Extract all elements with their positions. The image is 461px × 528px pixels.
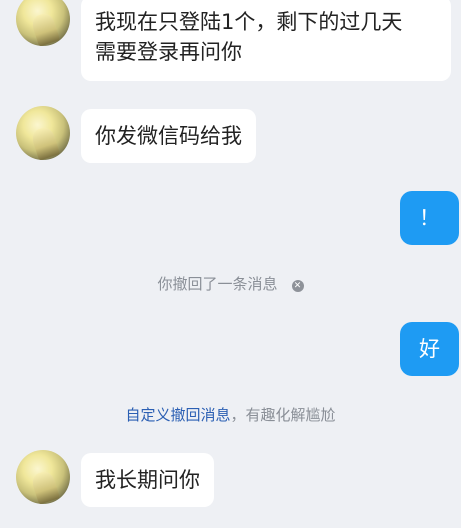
incoming-message-bubble[interactable]: 我长期问你 <box>81 453 214 507</box>
chat-thread: 我现在只登陆1个，剩下的过几天 需要登录再问你 你发微信码给我 ！ 你撤回了一条… <box>0 0 461 528</box>
message-text-line: 需要登录再问你 <box>95 40 242 64</box>
message-text: ！ <box>419 206 440 230</box>
contact-avatar[interactable] <box>16 106 70 160</box>
custom-recall-suffix: ，有趣化解尴尬 <box>230 406 336 424</box>
avatar-figure-image <box>29 125 61 160</box>
message-text: 好 <box>419 337 440 361</box>
avatar-figure-image <box>29 11 61 46</box>
message-text-line: 我现在只登陆1个，剩下的过几天 <box>95 10 403 34</box>
message-text: 你发微信码给我 <box>95 124 242 148</box>
message-text: 我长期问你 <box>95 468 200 492</box>
custom-recall-link[interactable]: 自定义撤回消息 <box>125 406 230 424</box>
incoming-message-bubble[interactable]: 我现在只登陆1个，剩下的过几天 需要登录再问你 <box>81 0 451 81</box>
custom-recall-hint: 自定义撤回消息，有趣化解尴尬 <box>0 405 461 425</box>
contact-avatar[interactable] <box>16 450 70 504</box>
outgoing-message-bubble[interactable]: 好 <box>400 322 459 376</box>
incoming-message-bubble[interactable]: 你发微信码给我 <box>81 109 256 163</box>
avatar-figure-image <box>29 469 61 504</box>
contact-avatar[interactable] <box>16 0 70 46</box>
recall-notice-text: 你撤回了一条消息 <box>157 275 278 293</box>
outgoing-message-bubble[interactable]: ！ <box>400 191 459 245</box>
recall-notice: 你撤回了一条消息 ✕ <box>0 274 461 294</box>
close-circle-icon[interactable]: ✕ <box>291 280 304 292</box>
